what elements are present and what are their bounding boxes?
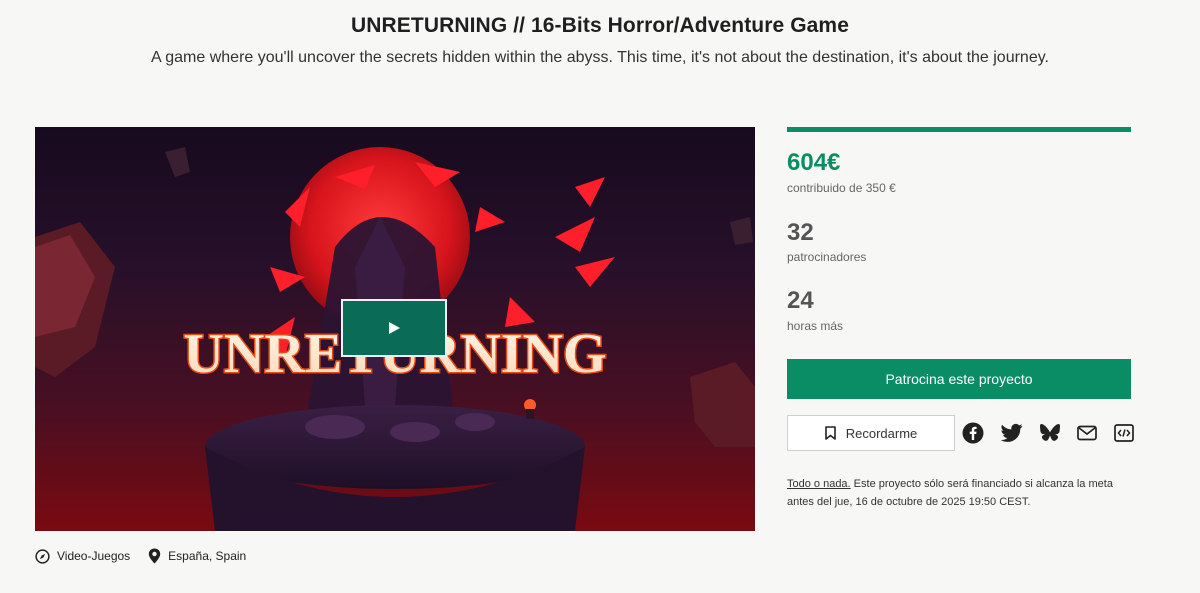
location-label: España, Spain <box>168 549 247 563</box>
backers-label: patrocinadores <box>787 250 867 264</box>
compass-icon <box>35 548 50 564</box>
backers-count: 32 <box>787 219 814 246</box>
project-title: UNRETURNING // 16-Bits Horror/Adventure … <box>351 14 849 37</box>
location-link[interactable]: España, Spain <box>148 548 246 564</box>
play-button[interactable] <box>341 299 447 357</box>
play-icon <box>389 322 400 334</box>
share-embed[interactable] <box>1114 424 1134 442</box>
hours-remaining: 24 <box>787 287 814 314</box>
map-pin-icon <box>148 548 161 564</box>
bookmark-icon <box>824 426 836 440</box>
all-or-nothing-link[interactable]: Todo o nada. <box>787 478 851 490</box>
share-facebook[interactable] <box>962 422 984 444</box>
remind-me-label: Recordarme <box>845 425 918 441</box>
twitter-icon <box>1001 423 1023 442</box>
funding-progress-fill <box>787 127 1131 132</box>
embed-icon <box>1114 424 1134 442</box>
hours-remaining-label: horas más <box>787 319 844 333</box>
email-icon <box>1077 425 1097 441</box>
funding-progress-bar <box>787 127 1131 132</box>
bluesky-icon <box>1040 424 1060 441</box>
share-bluesky[interactable] <box>1040 424 1060 442</box>
facebook-icon <box>962 422 984 444</box>
all-or-nothing-note: Todo o nada. Este proyecto sólo será fin… <box>787 475 1131 511</box>
back-project-button[interactable]: Patrocina este proyecto <box>787 359 1131 399</box>
project-video[interactable]: UNRETURNING <box>35 127 755 531</box>
pledged-goal-label: contribuido de 350 € <box>787 181 896 195</box>
share-icons <box>962 421 1134 445</box>
project-meta: Video-Juegos España, Spain <box>35 546 264 566</box>
category-link[interactable]: Video-Juegos <box>35 548 131 564</box>
project-subtitle: A game where you'll uncover the secrets … <box>151 49 1049 66</box>
funding-panel: 604€ contribuido de 350 € 32 patrocinado… <box>787 127 1134 508</box>
share-twitter[interactable] <box>1001 423 1023 443</box>
pledged-amount: 604€ <box>787 149 841 176</box>
remind-me-button[interactable]: Recordarme <box>787 415 955 451</box>
category-label: Video-Juegos <box>57 549 131 563</box>
share-email[interactable] <box>1077 425 1097 441</box>
